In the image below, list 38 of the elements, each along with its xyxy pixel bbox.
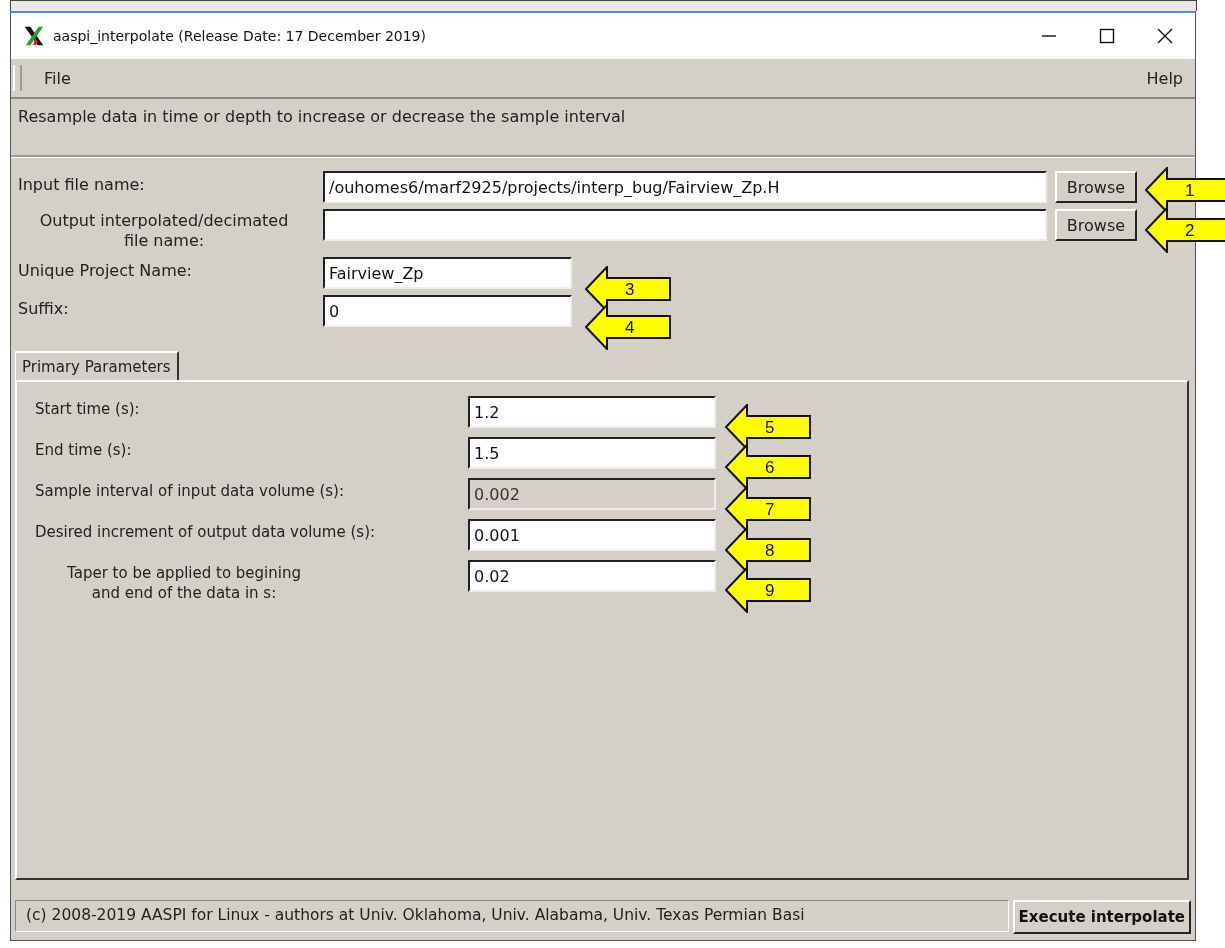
browse-button[interactable]: Browse <box>1055 209 1137 241</box>
input-field[interactable]: 0 <box>323 295 572 327</box>
execute-button[interactable]: Execute interpolate <box>1012 900 1191 934</box>
callout-arrow: 5 <box>725 404 811 450</box>
callout-arrow: 6 <box>725 444 811 490</box>
callout-arrow: 4 <box>585 304 671 350</box>
input-field[interactable]: /ouhomes6/marf2925/projects/interp_bug/Fairview_Zp.H <box>323 171 1047 203</box>
field-label: Suffix: <box>18 298 70 318</box>
maximize-icon[interactable] <box>1097 26 1117 46</box>
menu-item[interactable]: Help <box>1142 66 1187 90</box>
parameter-label: Sample interval of input data volume (s): <box>35 481 345 500</box>
menu-item[interactable]: File <box>40 66 75 90</box>
field-label: Unique Project Name: <box>18 260 193 280</box>
browse-button[interactable]: Browse <box>1055 171 1137 203</box>
parameter-label: End time (s): <box>35 440 133 459</box>
callout-arrow: 2 <box>1145 207 1225 253</box>
parameter-label: Taper to be applied to begining and end of the data in s: <box>66 563 302 603</box>
close-icon[interactable] <box>1155 26 1175 46</box>
x-logo-icon <box>23 25 45 47</box>
status-bar: (c) 2008-2019 AASPI for Linux - authors at Univ. Oklahoma, Univ. Alabama, Univ. Texas Permian Basi <box>15 900 1009 932</box>
input-field[interactable]: 0.02 <box>468 560 716 592</box>
callout-arrow: 1 <box>1145 167 1225 213</box>
callout-arrow: 7 <box>725 486 811 532</box>
callout-arrow: 9 <box>725 567 811 613</box>
parameter-label: Start time (s): <box>35 399 141 418</box>
description-text: Resample data in time or depth to increase or decrease the sample interval <box>11 99 1195 157</box>
input-field[interactable]: Fairview_Zp <box>323 257 572 289</box>
tab[interactable]: Primary Parameters <box>15 351 179 380</box>
input-field[interactable]: 1.2 <box>468 396 716 428</box>
window-title: aaspi_interpolate (Release Date: 17 December 2019) <box>53 28 426 44</box>
input-field[interactable]: 0.001 <box>468 519 716 551</box>
parameter-label: Desired increment of output data volume (s): <box>35 522 377 541</box>
input-field[interactable] <box>323 209 1047 241</box>
input-field[interactable]: 1.5 <box>468 437 716 469</box>
field-label: Output interpolated/decimated file name: <box>38 210 290 251</box>
field-label: Input file name: <box>18 174 146 194</box>
grip-icon <box>13 65 22 91</box>
callout-arrow: 8 <box>725 527 811 573</box>
